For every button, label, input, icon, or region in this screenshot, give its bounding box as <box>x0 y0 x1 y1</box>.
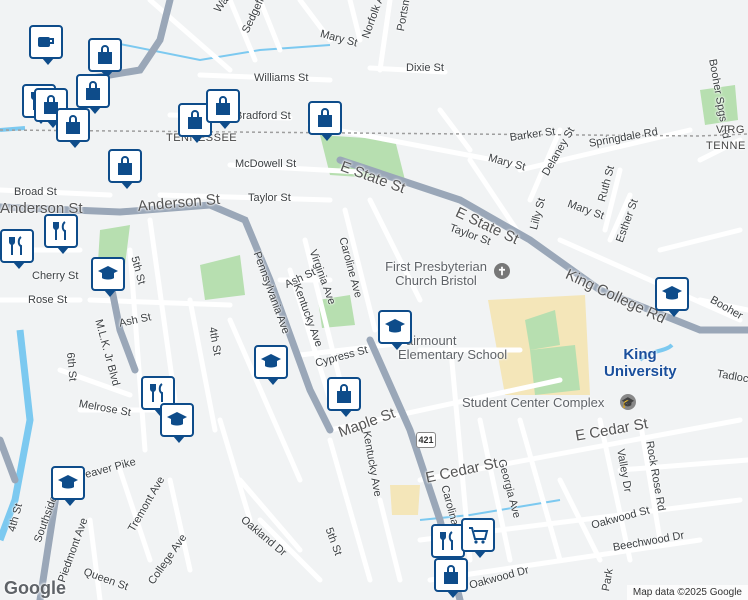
street-label: Broad St <box>14 186 57 198</box>
school-pin[interactable] <box>51 466 85 506</box>
restaurant-pin[interactable] <box>431 524 465 564</box>
coffee-icon <box>38 37 54 47</box>
state-label-tennessee-east: TENNE <box>706 140 746 152</box>
street-label: Williams St <box>254 72 309 84</box>
school-pin[interactable] <box>91 257 125 297</box>
student-center-icon[interactable]: 🎓 <box>620 394 636 410</box>
school-label[interactable]: Fairmount Elementary School <box>398 334 520 362</box>
shopping-bag-icon <box>318 108 332 127</box>
school-icon <box>385 319 405 333</box>
street-label: 6th St <box>64 352 79 382</box>
shopping-pin[interactable] <box>327 377 361 417</box>
school-icon <box>58 475 78 489</box>
shopping-pin[interactable] <box>76 74 110 114</box>
shopping-bag-icon <box>66 115 80 134</box>
street-label: Taylor St <box>248 192 291 204</box>
shopping-bag-icon <box>337 384 351 403</box>
route-shield: 421 <box>416 432 436 448</box>
shopping-pin[interactable] <box>56 108 90 148</box>
restaurant-icon <box>150 383 163 402</box>
restaurant-icon <box>53 221 66 240</box>
street-label: Bradford St <box>235 110 291 122</box>
school-icon <box>98 266 118 280</box>
school-pin[interactable] <box>378 310 412 350</box>
restaurant-icon <box>440 531 453 550</box>
street-label: Rose St <box>28 294 68 306</box>
school-pin[interactable] <box>254 345 288 385</box>
church-label[interactable]: First Presbyterian Church Bristol <box>380 260 492 288</box>
state-label-virginia: VIRG <box>716 124 745 136</box>
shopping-bag-icon <box>444 565 458 584</box>
school-icon <box>662 286 682 300</box>
shopping-bag-icon <box>98 45 112 64</box>
church-icon[interactable]: ✝ <box>494 263 510 279</box>
university-label[interactable]: King University <box>604 346 677 380</box>
grocery-cart-icon <box>469 527 489 544</box>
map-attribution[interactable]: Map data ©2025 Google <box>626 585 748 600</box>
restaurant-pin[interactable] <box>44 214 78 254</box>
shopping-pin[interactable] <box>308 101 342 141</box>
street-label: Cherry St <box>32 270 79 282</box>
school-icon <box>261 354 281 368</box>
coffee-pin[interactable] <box>29 25 63 65</box>
school-pin[interactable] <box>655 277 689 317</box>
shopping-bag-icon <box>188 110 202 129</box>
school-pin[interactable] <box>160 403 194 443</box>
shopping-pin[interactable] <box>88 38 122 78</box>
restaurant-icon <box>9 236 22 255</box>
shopping-bag-icon <box>216 96 230 115</box>
grocery-pin[interactable] <box>461 518 495 558</box>
student-center-label[interactable]: Student Center Complex <box>462 395 604 410</box>
shopping-bag-icon <box>118 156 132 175</box>
shopping-pin[interactable] <box>206 89 240 129</box>
shopping-pin[interactable] <box>108 149 142 189</box>
shopping-pin[interactable] <box>434 558 468 598</box>
street-label: McDowell St <box>235 158 297 170</box>
street-label: Dixie St <box>406 62 444 74</box>
shopping-bag-icon <box>86 81 100 100</box>
google-logo: Google <box>4 578 66 598</box>
map-canvas[interactable]: Washington St Sedgefield St Mary St Norf… <box>0 0 748 600</box>
school-icon <box>167 412 187 426</box>
restaurant-pin[interactable] <box>0 229 34 269</box>
